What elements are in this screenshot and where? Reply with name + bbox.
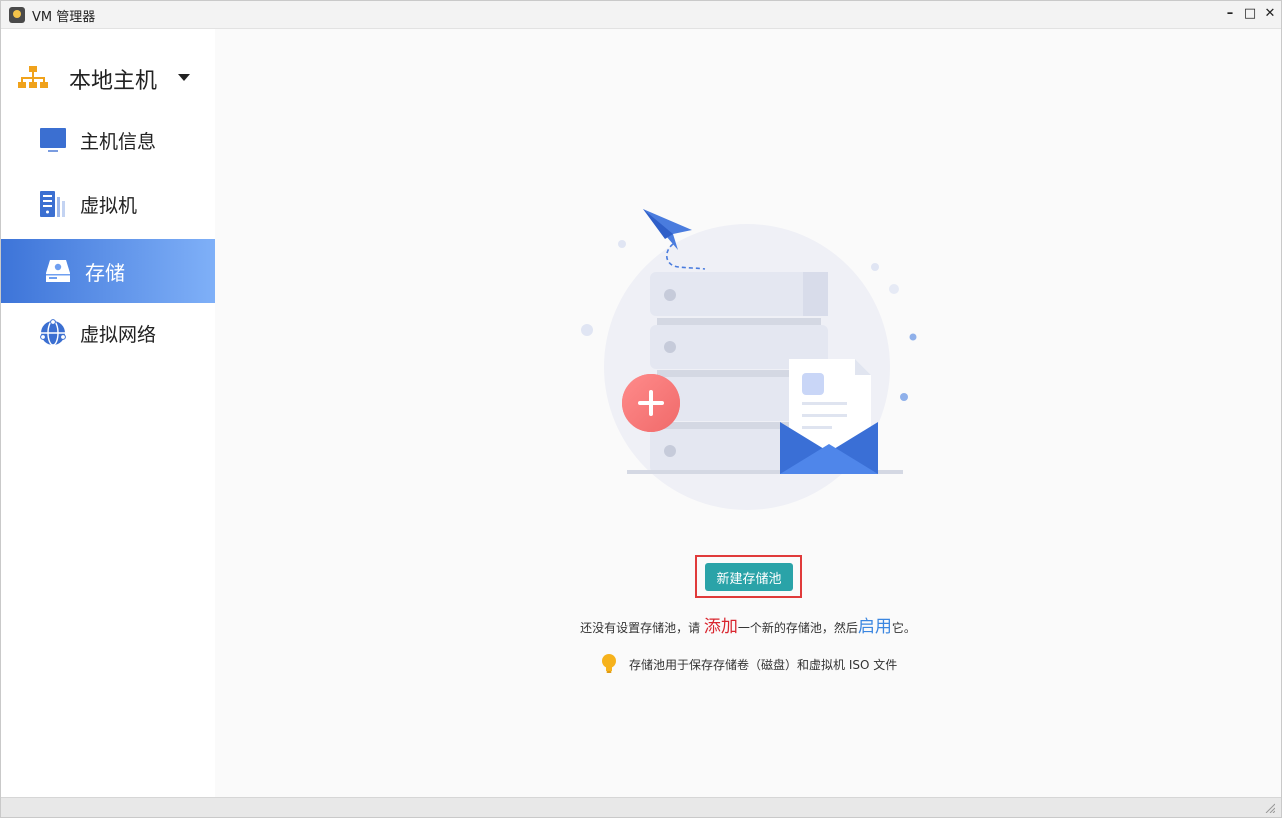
- host-label: 本地主机: [69, 69, 158, 94]
- server-icon: [40, 191, 65, 217]
- add-link[interactable]: 添加: [704, 617, 738, 637]
- sidebar-item-vms[interactable]: 虚拟机: [1, 172, 215, 236]
- storage-drive-icon: [46, 260, 70, 282]
- new-storage-pool-button[interactable]: 新建存储池: [705, 563, 793, 591]
- sidebar-item-virtual-network[interactable]: 虚拟网络: [1, 301, 215, 365]
- caret-down-icon[interactable]: [178, 74, 190, 81]
- window-title: VM 管理器: [32, 10, 96, 25]
- tip-text: 存储池用于保存存储卷（磁盘）和虚拟机 ISO 文件: [629, 658, 898, 672]
- sidebar: 本地主机 主机信息 虚拟机 存储 虚拟网络: [1, 29, 215, 797]
- sidebar-item-host-info[interactable]: 主机信息: [1, 108, 215, 172]
- sidebar-item-label: 主机信息: [80, 131, 157, 153]
- sidebar-item-storage[interactable]: 存储: [1, 239, 215, 303]
- storage-server-illustration: [581, 209, 917, 510]
- enable-link[interactable]: 启用: [858, 617, 892, 637]
- hint-prefix: 还没有设置存储池，请: [580, 621, 704, 635]
- lightbulb-icon: [602, 654, 616, 673]
- resize-grip-icon[interactable]: [1265, 803, 1275, 813]
- network-hierarchy-icon: [18, 66, 48, 88]
- monitor-icon: [40, 128, 66, 152]
- globe-network-icon: [40, 319, 66, 346]
- hint-middle: 一个新的存储池，然后: [737, 621, 858, 635]
- host-selector[interactable]: 本地主机: [1, 53, 215, 105]
- main-content: 新建存储池 还没有设置存储池，请 添加一个新的存储池，然后启用它。 存储池用于保…: [215, 29, 1281, 797]
- status-bar: [1, 797, 1281, 817]
- app-logo-icon: [9, 7, 25, 23]
- maximize-button[interactable]: □: [1241, 5, 1259, 23]
- empty-state-hint: 还没有设置存储池，请 添加一个新的存储池，然后启用它。: [215, 612, 1281, 637]
- minimize-button[interactable]: –: [1221, 5, 1239, 23]
- title-bar: VM 管理器 – □ ✕: [1, 1, 1281, 29]
- sidebar-item-label: 虚拟机: [80, 195, 138, 217]
- app-window: VM 管理器 – □ ✕ 本地主机 主机信息 虚拟机 存储 虚拟网络 新建存储池…: [0, 0, 1282, 818]
- close-button[interactable]: ✕: [1261, 5, 1279, 23]
- sidebar-item-label: 存储: [85, 261, 125, 285]
- sidebar-item-label: 虚拟网络: [80, 324, 157, 346]
- hint-suffix: 它。: [891, 621, 916, 635]
